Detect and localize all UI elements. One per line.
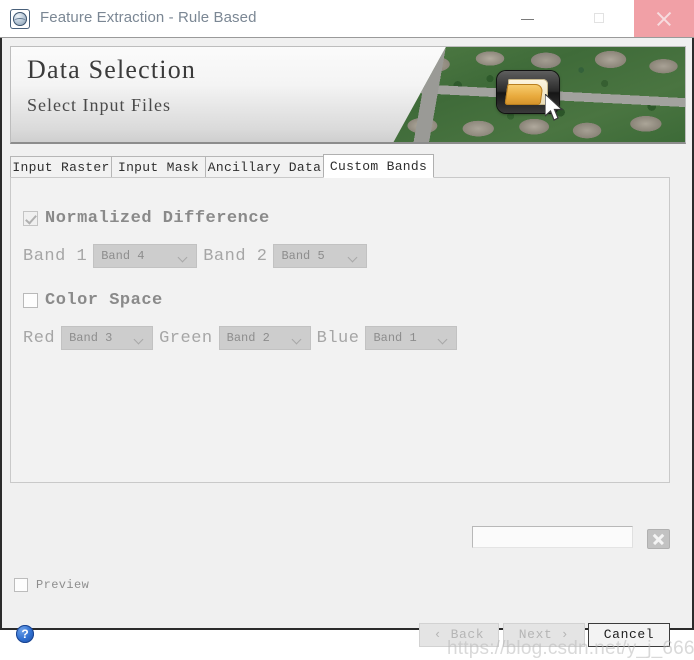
banner-title: Data Selection [27,55,197,84]
maximize-icon [594,13,604,23]
progress-cancel-button[interactable] [647,529,670,549]
back-label: ‹ Back [433,627,485,642]
chevron-down-icon [135,336,143,344]
cs-blue-value: Band 1 [373,331,417,345]
tab-custom-bands[interactable]: Custom Bands [323,154,434,178]
title-bar: Feature Extraction - Rule Based [0,0,694,38]
color-space-label: Color Space [45,291,163,310]
custom-bands-panel: Normalized Difference Band 1 Band 4 Band… [10,177,670,483]
chevron-down-icon [293,336,301,344]
nd-band1-label: Band 1 [23,246,88,266]
help-icon[interactable]: ? [16,625,34,643]
wizard-banner: Data Selection Select Input Files [10,46,686,144]
cs-red-dropdown[interactable]: Band 3 [61,326,154,350]
cancel-button[interactable]: Cancel [588,623,670,647]
window-body: Data Selection Select Input Files Input … [0,38,694,659]
color-space-checkbox[interactable] [23,293,38,308]
nd-band1-dropdown[interactable]: Band 4 [93,244,198,268]
cs-red-label: Red [23,328,56,348]
cs-red-value: Band 3 [69,331,113,345]
nd-band2-label: Band 2 [203,246,268,266]
application-window: Feature Extraction - Rule Based Data Sel… [0,0,694,659]
cs-green-value: Band 2 [226,331,270,345]
tab-label: Input Raster [12,160,110,175]
normalized-difference-label: Normalized Difference [45,209,270,228]
preview-checkbox-row[interactable]: Preview [14,578,89,592]
tab-strip: Input Raster Input Mask Ancillary Data C… [10,154,686,178]
normalized-difference-checkbox-row[interactable]: Normalized Difference [23,209,270,228]
help-glyph: ? [21,627,29,641]
tab-input-mask[interactable]: Input Mask [111,156,206,178]
nd-band2-dropdown[interactable]: Band 5 [273,244,368,268]
cancel-label: Cancel [603,627,655,642]
tab-label: Custom Bands [329,159,428,174]
next-label: Next › [518,627,570,642]
tab-label: Input Mask [117,160,199,175]
color-space-checkbox-row[interactable]: Color Space [23,291,163,310]
normalized-difference-band-row: Band 1 Band 4 Band 2 Band 5 [23,244,373,268]
window-title: Feature Extraction - Rule Based [40,9,257,26]
preview-label: Preview [36,578,90,592]
chevron-down-icon [179,254,187,262]
back-button[interactable]: ‹ Back [419,623,499,647]
close-icon [634,0,694,37]
next-button[interactable]: Next › [503,623,585,647]
close-button[interactable] [634,0,694,37]
maximize-button[interactable] [578,0,624,37]
tab-label: Ancillary Data [207,160,322,175]
chevron-down-icon [439,336,447,344]
nd-band2-value: Band 5 [281,249,325,263]
chevron-down-icon [349,254,357,262]
progress-bar [472,526,633,548]
preview-checkbox[interactable] [14,578,28,592]
cs-green-dropdown[interactable]: Band 2 [218,326,311,350]
nd-band1-value: Band 4 [101,249,145,263]
tab-input-raster[interactable]: Input Raster [10,156,112,178]
cs-blue-label: Blue [316,328,360,348]
cs-blue-dropdown[interactable]: Band 1 [365,326,458,350]
globe-icon [10,9,30,29]
banner-subtitle: Select Input Files [27,95,171,115]
normalized-difference-checkbox[interactable] [23,211,38,226]
minimize-button[interactable] [508,0,554,37]
aerial-neighborhood-photo [393,47,685,142]
color-space-band-row: Red Band 3 Green Band 2 Blue Band 1 [23,326,463,350]
tab-ancillary-data[interactable]: Ancillary Data [205,156,324,178]
minimize-icon [521,19,534,20]
cs-green-label: Green [159,328,213,348]
